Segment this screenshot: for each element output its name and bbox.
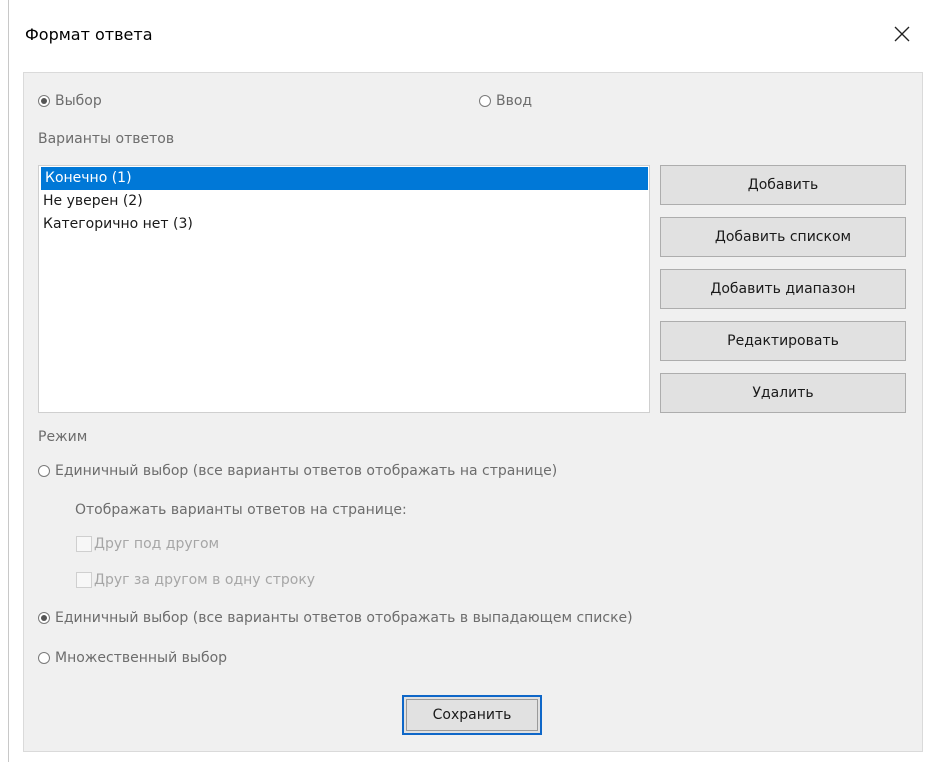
dialog-content: Выбор Ввод Варианты ответов Конечно (1) …	[23, 72, 923, 752]
dialog-window: Формат ответа Выбор Ввод Варианты ответо…	[8, 0, 926, 762]
focus-ring	[406, 699, 538, 731]
radio-single-dropdown-label: Единичный выбор (все варианты ответов от…	[55, 610, 633, 626]
radio-icon	[38, 612, 50, 624]
radio-single-on-page[interactable]: Единичный выбор (все варианты ответов от…	[38, 463, 557, 479]
save-button[interactable]: Сохранить	[402, 695, 542, 735]
checkbox-icon	[76, 536, 92, 552]
checkbox-one-below-other[interactable]: Друг под другом	[76, 536, 219, 552]
radio-single-on-page-label: Единичный выбор (все варианты ответов от…	[55, 463, 558, 479]
radio-single-dropdown[interactable]: Единичный выбор (все варианты ответов от…	[38, 610, 633, 626]
radio-choice-label: Выбор	[55, 93, 102, 109]
delete-button[interactable]: Удалить	[660, 373, 906, 413]
mode-label: Режим	[38, 429, 88, 445]
options-label: Варианты ответов	[38, 131, 175, 147]
checkbox-one-below-other-label: Друг под другом	[94, 536, 220, 552]
display-label: Отображать варианты ответов на странице:	[75, 502, 407, 518]
add-list-button[interactable]: Добавить списком	[660, 217, 906, 257]
radio-icon	[479, 95, 491, 107]
radio-icon	[38, 95, 50, 107]
radio-icon	[38, 652, 50, 664]
list-item[interactable]: Категорично нет (3)	[39, 213, 649, 236]
radio-multiple-label: Множественный выбор	[55, 650, 228, 666]
close-icon	[894, 26, 910, 42]
radio-input[interactable]: Ввод	[479, 93, 532, 109]
checkbox-one-after-other[interactable]: Друг за другом в одну строку	[76, 572, 315, 588]
checkbox-icon	[76, 572, 92, 588]
list-item[interactable]: Конечно (1)	[41, 167, 648, 190]
list-item[interactable]: Не уверен (2)	[39, 190, 649, 213]
options-listbox[interactable]: Конечно (1) Не уверен (2) Категорично не…	[38, 165, 650, 413]
radio-multiple[interactable]: Множественный выбор	[38, 650, 227, 666]
radio-input-label: Ввод	[496, 93, 533, 109]
add-range-button[interactable]: Добавить диапазон	[660, 269, 906, 309]
dialog-title: Формат ответа	[25, 25, 153, 44]
checkbox-one-after-other-label: Друг за другом в одну строку	[94, 572, 316, 588]
edit-button[interactable]: Редактировать	[660, 321, 906, 361]
radio-choice[interactable]: Выбор	[38, 93, 102, 109]
radio-icon	[38, 465, 50, 477]
close-button[interactable]	[885, 17, 919, 51]
title-bar: Формат ответа	[9, 0, 926, 72]
add-button[interactable]: Добавить	[660, 165, 906, 205]
